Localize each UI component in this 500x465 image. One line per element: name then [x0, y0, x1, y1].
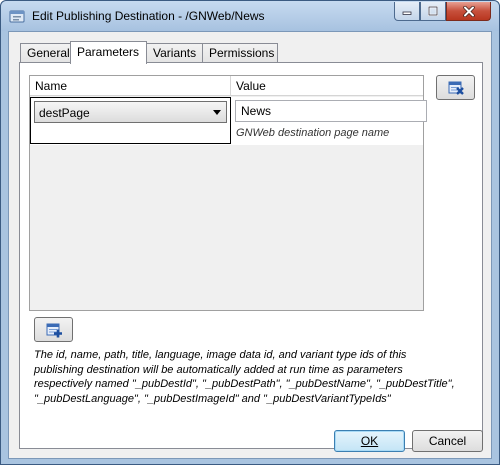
note-line: respectively named "_pubDestId", "_pubDe… — [34, 378, 455, 390]
ok-button[interactable]: OK — [334, 430, 405, 452]
column-header-name[interactable]: Name — [30, 76, 231, 96]
cancel-button[interactable]: Cancel — [412, 430, 483, 452]
note-line: "_pubDestLanguage", "_pubDestImageId" an… — [34, 392, 391, 405]
chevron-down-icon — [213, 110, 221, 115]
close-button[interactable] — [446, 2, 491, 21]
tab-parameters[interactable]: Parameters — [70, 41, 147, 64]
delete-parameter-button[interactable] — [436, 75, 475, 100]
parameter-value-input[interactable] — [235, 100, 427, 122]
note-line: publishing destination will be automatic… — [34, 363, 403, 376]
auto-parameters-note: The id, name, path, title, language, ima… — [34, 348, 474, 406]
dialog-window: Edit Publishing Destination - /GNWeb/New… — [0, 0, 500, 465]
maximize-icon — [428, 6, 438, 16]
maximize-button[interactable] — [420, 2, 446, 21]
close-icon — [462, 5, 475, 17]
tab-permissions[interactable]: Permissions — [202, 43, 278, 63]
add-parameter-icon — [46, 323, 62, 337]
column-header-value[interactable]: Value — [231, 76, 423, 96]
dialog-client-area: General Parameters Variants Permissions … — [8, 31, 492, 459]
add-parameter-button[interactable] — [34, 317, 73, 342]
minimize-icon — [402, 11, 412, 15]
parameter-name-dropdown[interactable]: destPage — [34, 101, 227, 123]
parameters-grid: Name Value destPage GNWeb destination pa… — [29, 75, 427, 311]
tab-general[interactable]: General — [20, 43, 71, 63]
table-row[interactable]: destPage GNWeb destination page name — [30, 97, 427, 145]
parameter-value-hint: GNWeb destination page name — [236, 127, 390, 139]
delete-parameter-icon — [448, 81, 464, 95]
note-line: The id, name, path, title, language, ima… — [34, 349, 407, 361]
title-bar[interactable]: Edit Publishing Destination - /GNWeb/New… — [1, 1, 499, 31]
tab-variants[interactable]: Variants — [146, 43, 203, 63]
minimize-button[interactable] — [394, 2, 420, 21]
name-cell[interactable]: destPage — [30, 97, 231, 144]
parameters-panel: Name Value destPage GNWeb destination pa… — [19, 62, 483, 449]
window-app-icon — [9, 10, 25, 23]
parameter-name-value: destPage — [39, 106, 90, 120]
grid-header: Name Value — [30, 76, 423, 96]
ok-button-label: OK — [360, 434, 379, 448]
window-title: Edit Publishing Destination - /GNWeb/New… — [32, 9, 265, 23]
